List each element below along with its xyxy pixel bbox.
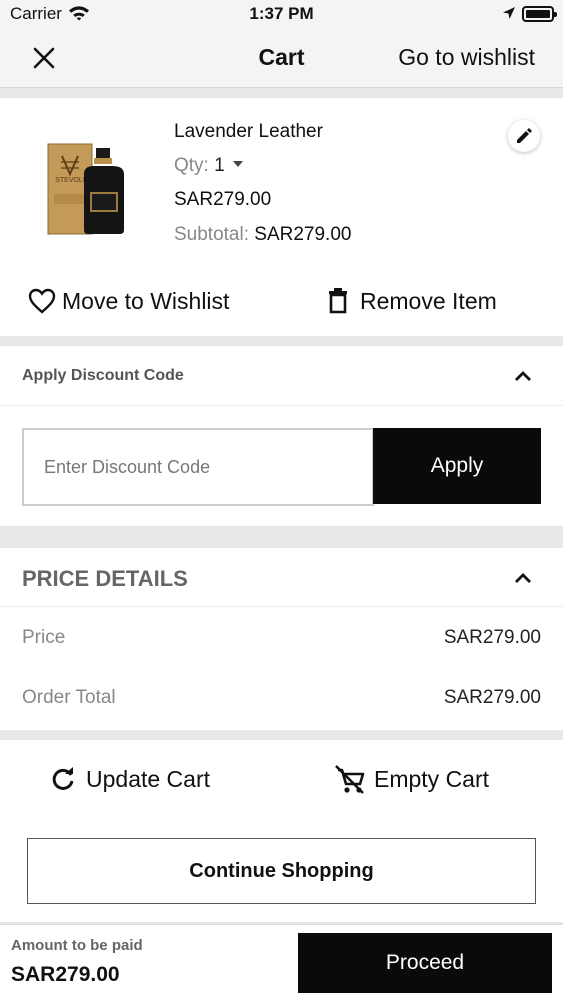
product-image[interactable]: STEVOLI <box>44 134 130 238</box>
discount-code-input[interactable] <box>22 428 374 506</box>
proceed-button[interactable]: Proceed <box>298 933 552 993</box>
apply-discount-button[interactable]: Apply <box>373 428 541 504</box>
price-details-header[interactable]: PRICE DETAILS <box>0 548 563 607</box>
subtotal-label: Subtotal: <box>174 224 249 245</box>
edit-item-button[interactable] <box>508 120 540 152</box>
move-to-wishlist-label: Move to Wishlist <box>62 287 230 314</box>
clock: 1:37 PM <box>249 4 314 23</box>
remove-shopping-cart-icon <box>335 765 365 794</box>
chevron-up-icon[interactable] <box>514 370 532 382</box>
price-value: SAR279.00 <box>443 627 541 648</box>
price-details-title: PRICE DETAILS <box>22 566 188 591</box>
caret-down-icon <box>232 161 243 168</box>
update-cart-button[interactable]: Update Cart <box>50 764 210 794</box>
price-label: Price <box>22 627 66 648</box>
remove-item-button[interactable]: Remove Item <box>328 286 497 316</box>
remove-item-label: Remove Item <box>360 287 497 314</box>
cart-actions-section: Update Cart Empty Cart Continue Shopping <box>0 740 563 922</box>
go-to-wishlist-link[interactable]: Go to wishlist <box>398 44 535 71</box>
trash-icon <box>329 288 347 314</box>
update-cart-label: Update Cart <box>86 765 211 792</box>
navigation-bar: Cart Go to wishlist <box>0 30 563 88</box>
item-subtotal: Subtotal: SAR279.00 <box>174 224 351 246</box>
quantity-selector[interactable]: Qty: 1 <box>174 155 243 177</box>
discount-header[interactable]: Apply Discount Code <box>0 346 563 406</box>
cart-item-card: STEVOLI Lavender Leather Qty: 1 SAR279.0… <box>0 98 563 336</box>
discount-title: Apply Discount Code <box>22 367 184 384</box>
order-total-label: Order Total <box>22 687 116 708</box>
continue-shopping-button[interactable]: Continue Shopping <box>27 838 536 904</box>
empty-cart-label: Empty Cart <box>374 765 490 792</box>
pencil-icon <box>517 128 532 143</box>
quantity-value: 1 <box>214 155 225 176</box>
battery-icon <box>522 6 557 22</box>
chevron-up-icon[interactable] <box>514 572 532 584</box>
location-arrow-icon <box>503 7 515 19</box>
product-name: Lavender Leather <box>174 121 323 142</box>
refresh-icon <box>52 767 74 790</box>
checkout-bar: Amount to be paid SAR279.00 Proceed <box>0 924 563 1000</box>
price-details-section: PRICE DETAILS Price SAR279.00 Order Tota… <box>0 548 563 730</box>
quantity-label: Qty: <box>174 155 209 176</box>
subtotal-value: SAR279.00 <box>254 224 352 245</box>
empty-cart-button[interactable]: Empty Cart <box>334 764 489 794</box>
product-price: SAR279.00 <box>174 189 272 210</box>
amount-to-pay-value: SAR279.00 <box>11 963 120 986</box>
move-to-wishlist-button[interactable]: Move to Wishlist <box>28 286 229 316</box>
order-total-value: SAR279.00 <box>443 687 541 708</box>
amount-to-pay-label: Amount to be paid <box>11 937 143 954</box>
svg-text:STEVOLI: STEVOLI <box>55 177 85 184</box>
status-bar: Carrier 1:37 PM <box>0 0 563 30</box>
discount-section: Apply Discount Code Apply <box>0 346 563 526</box>
heart-icon <box>28 288 56 314</box>
